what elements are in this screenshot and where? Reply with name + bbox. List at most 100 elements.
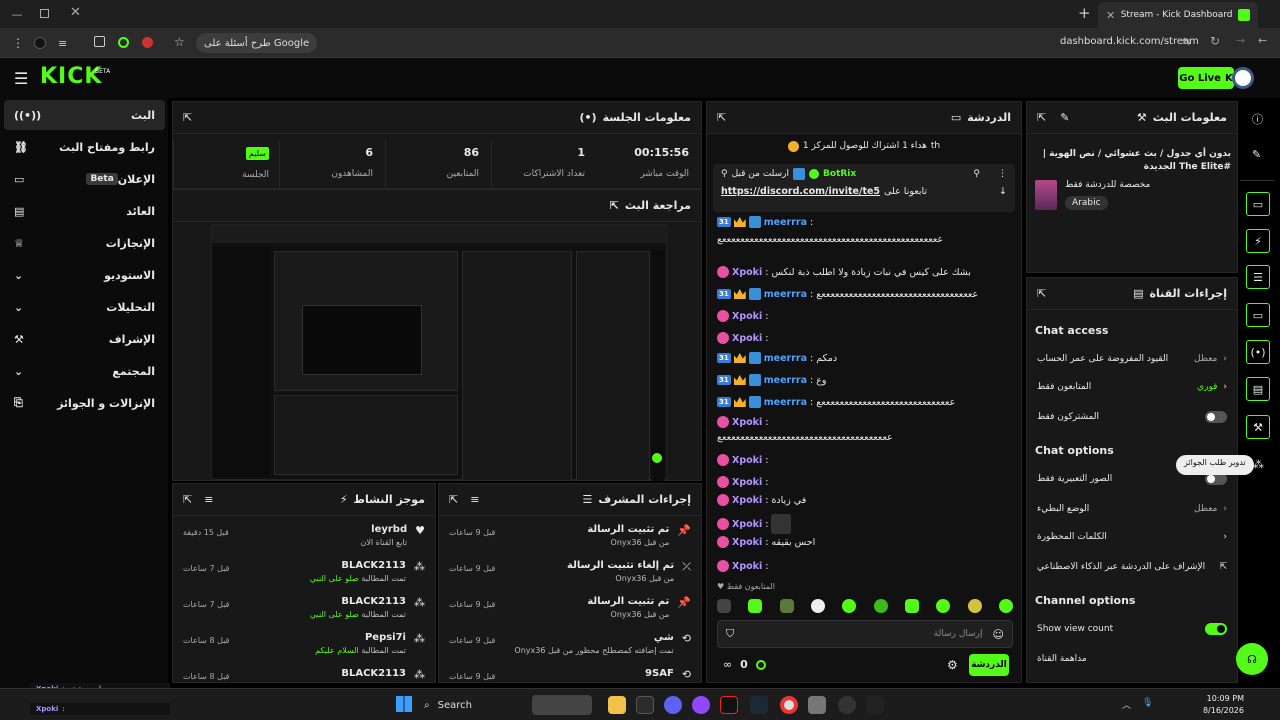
emote-icon[interactable] xyxy=(998,599,1013,613)
nav-item-studio[interactable]: الاستوديو ⌄ xyxy=(4,260,165,290)
chat-message[interactable]: Xpoki: xyxy=(717,416,1011,428)
shield-icon[interactable]: ⛉ xyxy=(726,627,734,641)
support-button[interactable]: ☊ xyxy=(1236,643,1268,675)
stream-preview-video[interactable] xyxy=(211,224,668,481)
chat-message[interactable]: Xpoki: احس بقيقه xyxy=(717,536,1011,548)
edit-pencil-icon[interactable]: ✎ xyxy=(1060,111,1069,124)
nav-item-analytics[interactable]: التحليلات ⌄ xyxy=(4,292,165,322)
more-icon[interactable]: ⋮ xyxy=(998,169,1007,179)
star-icon[interactable]: ☆ xyxy=(174,35,185,49)
infinity-icon[interactable]: ∞ xyxy=(723,658,732,671)
chat-message[interactable]: 31 meerrra: عععععععععععععععععععععععععععععع… xyxy=(717,288,1011,300)
setting-banned-words[interactable]: الكلمات المحظورة › xyxy=(1037,526,1227,548)
chat-message[interactable]: 31 meerrra: دمكم xyxy=(717,352,1011,364)
site-settings-icon[interactable]: ⇆ xyxy=(1182,35,1191,48)
chat-message[interactable]: Xpoki: xyxy=(717,556,1011,576)
chat-message[interactable]: Xpoki: بشك على كيس في نبات زيادة ولا اطلب… xyxy=(717,266,1011,278)
hamburger-icon[interactable]: ☰ xyxy=(14,69,28,88)
category-name[interactable]: مخصصة للدردشة فقط xyxy=(1065,180,1150,190)
emote-icon[interactable] xyxy=(873,599,888,613)
new-tab-icon[interactable]: + xyxy=(1078,4,1091,22)
chat-message[interactable]: Xpoki: xyxy=(717,450,1011,470)
setting-ai-moderation[interactable]: الإشراف على الدردشة عبر الذكاء الاصطناعي… xyxy=(1037,556,1227,578)
send-chat-button[interactable]: الدردشة xyxy=(969,654,1009,676)
setting-show-view-count[interactable]: Show view count xyxy=(1037,618,1227,640)
rail-list-icon[interactable]: ☰ xyxy=(1246,265,1270,289)
file-explorer-icon[interactable] xyxy=(608,696,626,714)
setting-slow-mode[interactable]: الوضع البطيء معطل › xyxy=(1037,498,1227,520)
popout-icon[interactable]: ⇱ xyxy=(1037,287,1046,300)
taskbar-widget[interactable] xyxy=(532,695,592,715)
kick-logo[interactable]: KICK xyxy=(40,64,102,89)
active-tab[interactable]: ✕ Stream - Kick Dashboard xyxy=(1098,2,1258,28)
chat-message[interactable]: Xpoki: في زيادة xyxy=(717,494,1011,506)
emote-icon[interactable] xyxy=(967,599,982,613)
nav-item-stream-key[interactable]: رابط ومفتاح البث ⛓ xyxy=(4,132,165,162)
url-text[interactable]: dashboard.kick.com/stream xyxy=(1060,36,1199,47)
rail-chat-icon[interactable]: ▭ xyxy=(1246,303,1270,327)
nav-item-moderation[interactable]: الإشراف ⚒ xyxy=(4,324,165,354)
pinned-message[interactable]: ⚲ ارسلت من قبل BotRix ⚲ ⋮ https://discor… xyxy=(713,164,1015,212)
rail-wrench-icon[interactable]: ⚒ xyxy=(1246,415,1270,439)
maximize-icon[interactable] xyxy=(40,9,49,18)
extension-icon[interactable]: ≡ xyxy=(58,37,67,50)
rail-video-icon[interactable]: ▭ xyxy=(1246,192,1270,216)
emote-icon[interactable] xyxy=(842,599,857,613)
setting-account-age[interactable]: القيود المفروضة على عمر الحساب معطل › xyxy=(1037,348,1227,370)
nav-item-community[interactable]: المجتمع ⌄ xyxy=(4,356,165,386)
reload-icon[interactable]: ↻ xyxy=(1210,34,1220,48)
chat-message[interactable]: 31 meerrra: وع xyxy=(717,374,1011,386)
filter-icon[interactable]: ≡ xyxy=(470,493,479,506)
puzzle-icon[interactable] xyxy=(94,36,105,47)
nav-item-drops[interactable]: الإنزالات و الجوائز ⎘ xyxy=(4,388,165,418)
popout-icon[interactable]: ⇱ xyxy=(717,111,726,124)
mod-action-item[interactable]: 📌 تم تثبيت الرسالة من قبل Onyx36 قبل 9 ساع… xyxy=(439,596,701,632)
rail-server-icon[interactable]: ▤ xyxy=(1246,377,1270,401)
emote-icon[interactable] xyxy=(779,599,794,613)
activity-item[interactable]: ⁂ BLACK2113 تمت المطالبة صلو على النبي قبل… xyxy=(173,560,435,596)
taskbar-search[interactable]: ⌕ Search xyxy=(424,693,524,717)
nav-item-ads[interactable]: الإعلان Beta ▭ xyxy=(4,164,165,194)
emote-icon[interactable] xyxy=(810,599,825,613)
tray-chevron-icon[interactable]: ︿ xyxy=(1122,698,1131,711)
discord-icon[interactable] xyxy=(664,696,682,714)
close-tab-icon[interactable]: ✕ xyxy=(1106,9,1115,22)
emoji-icon[interactable]: ☺ xyxy=(993,628,1004,641)
popout-icon[interactable]: ⇱ xyxy=(183,493,192,506)
nav-item-achievements[interactable]: الإنجازات ♕ xyxy=(4,228,165,258)
setting-channel-raid[interactable]: مداهمة القناة xyxy=(1037,648,1227,670)
emote-icon[interactable] xyxy=(748,599,763,613)
google-ask-chip[interactable]: طرح أسئلة على Google xyxy=(196,33,318,53)
chat-message[interactable]: Xpoki: xyxy=(717,306,1011,326)
emote-icon[interactable] xyxy=(904,599,919,613)
mod-action-item[interactable]: ⟲ شي تمت إضافته كمصطلح محظور من قبل Onyx36… xyxy=(439,632,701,668)
popout-icon[interactable]: ⇱ xyxy=(183,111,192,124)
popout-icon[interactable]: ⇱ xyxy=(1037,111,1046,124)
settings-gear-icon[interactable]: ⚙ xyxy=(947,658,958,672)
mod-action-item[interactable]: ⟲ 9SAF قبل 9 ساعات xyxy=(439,668,701,682)
rail-bolt-icon[interactable]: ⚡ xyxy=(1246,229,1270,253)
nav-item-revenue[interactable]: العائد ▤ xyxy=(4,196,165,226)
activity-item[interactable]: ⁂ Pepsi7i تمت المطالبة السلام عليكم قبل 8 … xyxy=(173,632,435,668)
activity-item[interactable]: ⁂ BLACK2113 قبل 8 ساعات xyxy=(173,668,435,682)
obs-icon[interactable] xyxy=(838,696,856,714)
emote-icon[interactable] xyxy=(936,599,951,613)
edit-icon[interactable]: ✎ xyxy=(1252,148,1261,161)
chat-input[interactable]: ⛉ إرسال رسالة ☺ xyxy=(717,620,1013,648)
windows-start-icon[interactable] xyxy=(396,696,412,712)
shield-extension-icon[interactable] xyxy=(142,37,153,48)
minimize-icon[interactable]: — xyxy=(10,7,24,21)
view-count-toggle[interactable] xyxy=(1205,623,1227,635)
microphone-icon[interactable]: 🎙 xyxy=(1142,698,1153,708)
steam-icon[interactable] xyxy=(750,696,768,714)
popout-icon[interactable]: ⇱ xyxy=(610,199,619,212)
settings-icon[interactable] xyxy=(808,696,826,714)
menu-dots-icon[interactable]: ⋮ xyxy=(12,36,24,50)
activity-item[interactable]: ♥ leyrbd تابع القناة الان قبل 15 دقيقة xyxy=(173,524,435,560)
forward-icon[interactable]: → xyxy=(1236,34,1245,47)
subscribers-only-toggle[interactable] xyxy=(1205,411,1227,423)
tiktok-icon[interactable] xyxy=(720,696,738,714)
setting-subscribers-only[interactable]: المشتركون فقط xyxy=(1037,406,1227,428)
chat-message[interactable]: Xpoki: xyxy=(717,472,1011,492)
close-window-icon[interactable]: ✕ xyxy=(70,5,81,20)
